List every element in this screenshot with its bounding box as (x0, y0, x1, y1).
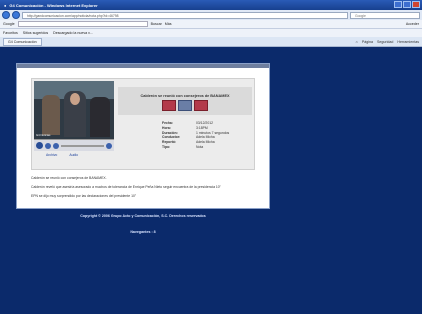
google-logo: Google (3, 22, 15, 26)
google-toolbar: Google Buscar Más Acceder (0, 20, 422, 29)
note-title-strip: Calderón se reunió con consejeros de BAN… (118, 87, 252, 115)
download-link[interactable]: Descargado la nueva v... (53, 31, 93, 35)
player-links: Archivo Audio (46, 153, 78, 157)
stop-button[interactable] (45, 142, 51, 149)
home-icon[interactable]: ⌂ (356, 40, 358, 44)
forward-button[interactable] (12, 11, 20, 19)
command-bar: ⌂ Página Seguridad Herramientas (356, 40, 419, 44)
google-more-button[interactable]: Más (165, 22, 172, 26)
google-search-input[interactable] (17, 21, 148, 27)
audio-link[interactable]: Audio (69, 153, 78, 157)
page-menu[interactable]: Página (362, 40, 373, 44)
window-controls (394, 1, 420, 8)
thumbnails (162, 100, 208, 111)
close-button[interactable] (412, 1, 420, 8)
note-details: Fecha: 03/12/2012 Hora: 3:18PM Duración: 1 … (162, 121, 229, 150)
video-figure (42, 95, 60, 135)
window-titlebar: ● G4 Comunicación - Windows Internet Exp… (0, 0, 422, 10)
search-field[interactable]: Google (350, 11, 420, 19)
thumbnail[interactable] (162, 100, 176, 111)
player-controls (34, 139, 114, 151)
visitor-counter: Navegantes : 8 (130, 230, 156, 234)
window-title: G4 Comunicación - Windows Internet Explo… (9, 2, 98, 8)
play-button[interactable] (36, 142, 43, 149)
video-caption: G4 Noticias (36, 133, 51, 137)
description-paragraph: Calderón se reunió con consejeros de BAN… (31, 176, 107, 180)
tab-bar: G4 Comunicación ⌂ Página Seguridad Herra… (0, 37, 422, 47)
tab-g4[interactable]: G4 Comunicación (3, 37, 42, 46)
favorites-button[interactable]: Favoritos (3, 31, 18, 35)
note-title: Calderón se reunió con consejeros de BAN… (140, 94, 230, 98)
video-figure (90, 97, 110, 137)
thumbnail[interactable] (194, 100, 208, 111)
security-menu[interactable]: Seguridad (377, 40, 393, 44)
frame-header-bar (17, 64, 269, 68)
video-face (70, 93, 80, 105)
note-description: Calderón se reunió con consejeros de BAN… (31, 174, 261, 201)
address-toolbar: http://gandcomunicacion.com/app/noticia/… (0, 10, 422, 20)
copyright-footer: Copyright © 2006 Grupo Acto y Comunicaci… (80, 214, 206, 218)
google-signin-link[interactable]: Acceder (406, 22, 419, 26)
note-panel: G4 Noticias Archivo Audio Calderón se re… (31, 78, 255, 170)
description-paragraph: EPN se dijo muy sorprendido por las decl… (31, 194, 137, 198)
ie-icon: ● (4, 2, 7, 8)
suggested-sites-link[interactable]: Sitios sugeridos (23, 31, 48, 35)
google-search-button[interactable]: Buscar (151, 22, 162, 26)
maximize-button[interactable] (403, 1, 411, 8)
address-field[interactable]: http://gandcomunicacion.com/app/noticia/… (22, 11, 348, 19)
archivo-link[interactable]: Archivo (46, 153, 57, 157)
fullscreen-button[interactable] (106, 142, 112, 149)
thumbnail[interactable] (178, 100, 192, 111)
favorites-bar: Favoritos Sitios sugeridos Descargado la… (0, 29, 422, 37)
seek-slider[interactable] (61, 144, 104, 147)
mute-button[interactable] (53, 142, 59, 149)
content-frame: G4 Noticias Archivo Audio Calderón se re… (16, 63, 270, 209)
video-player[interactable]: G4 Noticias (34, 81, 114, 139)
description-paragraph: Calderón reveló que asesiría asesorado a… (31, 185, 221, 189)
detail-row: Tipo: Nota (162, 144, 204, 149)
tools-menu[interactable]: Herramientas (397, 40, 419, 44)
minimize-button[interactable] (394, 1, 402, 8)
back-button[interactable] (2, 11, 10, 19)
